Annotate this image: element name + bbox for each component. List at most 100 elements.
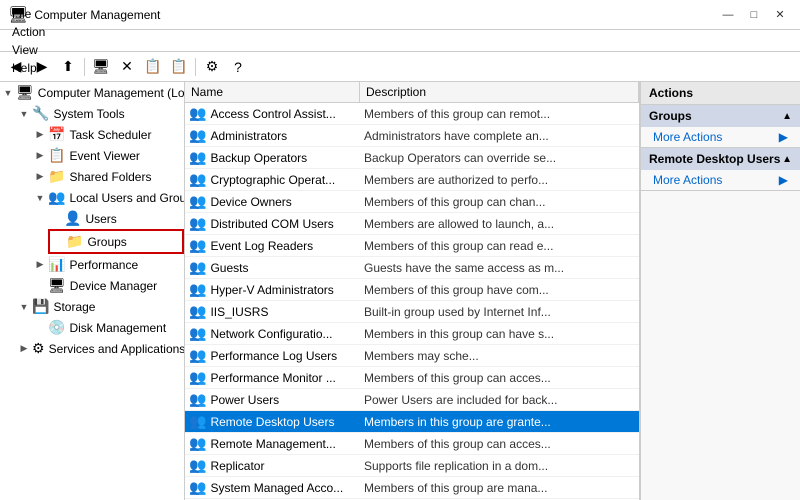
list-header: Name Description bbox=[185, 82, 639, 103]
tree-disk-management[interactable]: ▶ 💿 Disk Management bbox=[32, 317, 184, 338]
tree-storage[interactable]: ▼ 💾 Storage bbox=[16, 296, 184, 317]
up-button[interactable]: ⬆ bbox=[56, 56, 80, 78]
title-bar: 🖥 Computer Management — □ ✕ bbox=[0, 0, 800, 30]
list-row[interactable]: 👥Backup OperatorsBackup Operators can ov… bbox=[185, 147, 639, 169]
row-name: 👥Network Configuratio... bbox=[185, 323, 360, 344]
help-button[interactable]: ? bbox=[226, 56, 250, 78]
tree-root[interactable]: ▼ 🖥 Computer Management (Local bbox=[0, 82, 184, 103]
list-row[interactable]: 👥Distributed COM UsersMembers are allowe… bbox=[185, 213, 639, 235]
row-name: 👥System Managed Acco... bbox=[185, 477, 360, 498]
delete-button[interactable]: ✕ bbox=[115, 56, 139, 78]
disk-management-icon: 💿 bbox=[48, 319, 65, 336]
tree-performance[interactable]: ▶ 📊 Performance bbox=[32, 254, 184, 275]
menu-item-file[interactable]: File bbox=[4, 5, 53, 23]
actions-groups-title[interactable]: Groups ▲ bbox=[641, 105, 800, 127]
row-name: 👥Performance Monitor ... bbox=[185, 367, 360, 388]
col-desc-header[interactable]: Description bbox=[360, 82, 639, 102]
row-name: 👥Administrators bbox=[185, 125, 360, 146]
expand-local-users[interactable]: ▼ bbox=[32, 190, 48, 206]
back-button[interactable]: ◀ bbox=[4, 56, 28, 78]
list-row[interactable]: 👥GuestsGuests have the same access as m.… bbox=[185, 257, 639, 279]
root-label: Computer Management (Local bbox=[38, 86, 185, 100]
tree-services[interactable]: ▶ ⚙ Services and Applications bbox=[16, 338, 184, 359]
row-desc: Members of this group can acces... bbox=[360, 435, 639, 453]
row-group-icon: 👥 bbox=[189, 457, 206, 474]
list-row[interactable]: 👥Remote Desktop UsersMembers in this gro… bbox=[185, 411, 639, 433]
row-name-text: Event Log Readers bbox=[210, 239, 313, 253]
col-name-header[interactable]: Name bbox=[185, 82, 360, 102]
actions-rdp-title[interactable]: Remote Desktop Users ▲ bbox=[641, 148, 800, 170]
list-row[interactable]: 👥Power UsersPower Users are included for… bbox=[185, 389, 639, 411]
row-group-icon: 👥 bbox=[189, 259, 206, 276]
list-row[interactable]: 👥IIS_IUSRSBuilt-in group used by Interne… bbox=[185, 301, 639, 323]
tree-task-scheduler[interactable]: ▶ 📅 Task Scheduler bbox=[32, 124, 184, 145]
storage-label: Storage bbox=[53, 300, 95, 314]
actions-rdp-section: Remote Desktop Users ▲ More Actions ▶ bbox=[641, 148, 800, 191]
row-group-icon: 👥 bbox=[189, 193, 206, 210]
row-group-icon: 👥 bbox=[189, 325, 206, 342]
list-row[interactable]: 👥System Managed Acco...Members of this g… bbox=[185, 477, 639, 499]
tree-local-users[interactable]: ▼ 👥 Local Users and Groups bbox=[32, 187, 184, 208]
list-rows: 👥Access Control Assist...Members of this… bbox=[185, 103, 639, 500]
groups-more-actions[interactable]: More Actions ▶ bbox=[641, 127, 800, 147]
expand-storage[interactable]: ▼ bbox=[16, 299, 32, 315]
system-tools-icon: 🔧 bbox=[32, 105, 49, 122]
row-desc: Members in this group can have s... bbox=[360, 325, 639, 343]
system-tools-label: System Tools bbox=[53, 107, 124, 121]
forward-button[interactable]: ▶ bbox=[30, 56, 54, 78]
expand-task-scheduler[interactable]: ▶ bbox=[32, 127, 48, 143]
tree-users[interactable]: ▶ 👤 Users bbox=[48, 208, 184, 229]
row-name: 👥Power Users bbox=[185, 389, 360, 410]
properties-button[interactable]: 📋 bbox=[141, 56, 165, 78]
row-group-icon: 👥 bbox=[189, 391, 206, 408]
list-row[interactable]: 👥Performance Log UsersMembers may sche..… bbox=[185, 345, 639, 367]
list-row[interactable]: 👥Network Configuratio...Members in this … bbox=[185, 323, 639, 345]
expand-root[interactable]: ▼ bbox=[0, 85, 16, 101]
expand-services[interactable]: ▶ bbox=[16, 341, 32, 357]
menu-item-action[interactable]: Action bbox=[4, 23, 53, 41]
tree-event-viewer[interactable]: ▶ 📋 Event Viewer bbox=[32, 145, 184, 166]
refresh-button[interactable]: 📋 bbox=[167, 56, 191, 78]
expand-system-tools[interactable]: ▼ bbox=[16, 106, 32, 122]
list-row[interactable]: 👥ReplicatorSupports file replication in … bbox=[185, 455, 639, 477]
row-group-icon: 👥 bbox=[189, 369, 206, 386]
expand-shared-folders[interactable]: ▶ bbox=[32, 169, 48, 185]
tree-groups[interactable]: ▶ 📁 Groups bbox=[48, 229, 184, 254]
row-desc: Members of this group have com... bbox=[360, 281, 639, 299]
tree-shared-folders[interactable]: ▶ 📁 Shared Folders bbox=[32, 166, 184, 187]
row-name: 👥Device Owners bbox=[185, 191, 360, 212]
row-name: 👥Hyper-V Administrators bbox=[185, 279, 360, 300]
tree-device-manager[interactable]: ▶ 🖥 Device Manager bbox=[32, 275, 184, 296]
row-name-text: Remote Desktop Users bbox=[210, 415, 334, 429]
row-desc: Built-in group used by Internet Inf... bbox=[360, 303, 639, 321]
list-row[interactable]: 👥Remote Management...Members of this gro… bbox=[185, 433, 639, 455]
list-row[interactable]: 👥Hyper-V AdministratorsMembers of this g… bbox=[185, 279, 639, 301]
rdp-more-actions[interactable]: More Actions ▶ bbox=[641, 170, 800, 190]
row-desc: Members are allowed to launch, a... bbox=[360, 215, 639, 233]
groups-label: Groups bbox=[87, 235, 126, 249]
row-desc: Members in this group are grante... bbox=[360, 413, 639, 431]
settings-button[interactable]: ⚙ bbox=[200, 56, 224, 78]
list-row[interactable]: 👥Access Control Assist...Members of this… bbox=[185, 103, 639, 125]
list-row[interactable]: 👥Cryptographic Operat...Members are auth… bbox=[185, 169, 639, 191]
toolbar-separator-1 bbox=[84, 58, 85, 76]
expand-event-viewer[interactable]: ▶ bbox=[32, 148, 48, 164]
maximize-button[interactable]: □ bbox=[742, 5, 766, 25]
close-button[interactable]: ✕ bbox=[768, 5, 792, 25]
row-desc: Members are authorized to perfo... bbox=[360, 171, 639, 189]
toolbar: ◀ ▶ ⬆ 🖥 ✕ 📋 📋 ⚙ ? bbox=[0, 52, 800, 82]
toolbar-separator-2 bbox=[195, 58, 196, 76]
minimize-button[interactable]: — bbox=[716, 5, 740, 25]
row-group-icon: 👥 bbox=[189, 127, 206, 144]
list-row[interactable]: 👥AdministratorsAdministrators have compl… bbox=[185, 125, 639, 147]
expand-performance[interactable]: ▶ bbox=[32, 257, 48, 273]
tree-system-tools[interactable]: ▼ 🔧 System Tools bbox=[16, 103, 184, 124]
computer-button[interactable]: 🖥 bbox=[89, 56, 113, 78]
list-row[interactable]: 👥Performance Monitor ...Members of this … bbox=[185, 367, 639, 389]
list-row[interactable]: 👥Event Log ReadersMembers of this group … bbox=[185, 235, 639, 257]
list-row[interactable]: 👥Device OwnersMembers of this group can … bbox=[185, 191, 639, 213]
row-desc: Members of this group can read e... bbox=[360, 237, 639, 255]
actions-rdp-arrow: ▲ bbox=[782, 154, 792, 165]
row-name: 👥Cryptographic Operat... bbox=[185, 169, 360, 190]
tree-pane: ▼ 🖥 Computer Management (Local ▼ 🔧 Syste… bbox=[0, 82, 185, 500]
